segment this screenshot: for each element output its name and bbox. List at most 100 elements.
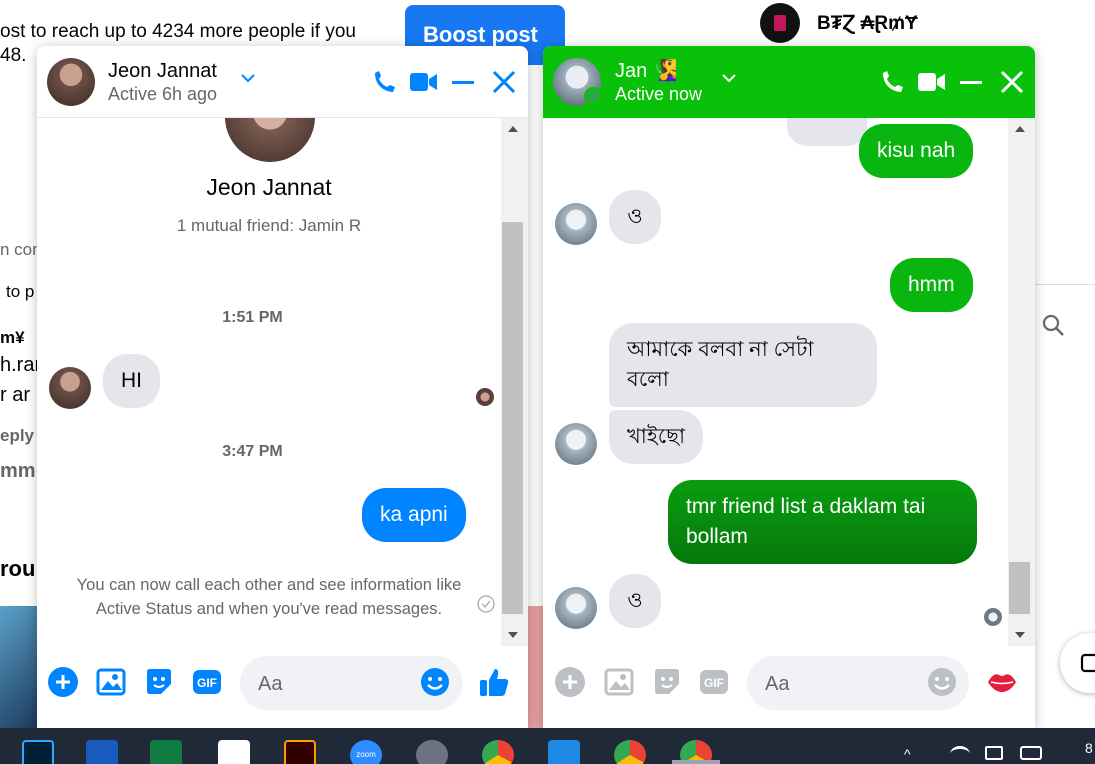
feed-fragment: eply: [0, 426, 35, 445]
feed-image: [0, 606, 37, 728]
message-list[interactable]: Jeon Jannat 1 mutual friend: Jamin R 1:5…: [37, 118, 528, 646]
photo-icon[interactable]: [603, 666, 635, 698]
chevron-down-icon[interactable]: [240, 70, 256, 86]
minimize-icon[interactable]: [449, 66, 479, 98]
sent-check-icon: [477, 595, 495, 613]
scrollbar[interactable]: [1008, 118, 1035, 646]
message-bubble[interactable]: HI: [103, 354, 160, 408]
video-icon[interactable]: [917, 66, 947, 98]
seen-avatar: [984, 608, 1002, 626]
scroll-thumb[interactable]: [1009, 562, 1030, 614]
chat-contact-name[interactable]: Jeon Jannat: [108, 60, 217, 82]
compose-icon: [1080, 653, 1095, 673]
scroll-up-arrow[interactable]: [508, 126, 518, 132]
message-bubble[interactable]: ka apni: [362, 488, 466, 542]
message-bubble[interactable]: ও: [609, 574, 661, 628]
gif-icon[interactable]: GIF: [191, 666, 223, 698]
wifi-icon[interactable]: [950, 746, 970, 762]
scroll-down-arrow[interactable]: [1015, 632, 1025, 638]
chat-window-jan: Jan 🧏‍♀️ Active now kisu nah ও hmm আমাকে…: [543, 46, 1035, 728]
speaker-icon[interactable]: [985, 746, 1003, 760]
message-bubble[interactable]: tmr friend list a daklam tai bollam: [668, 480, 977, 564]
page-name[interactable]: B₮Ɀ ₳Ɽ₥Ɏ: [817, 12, 918, 35]
scroll-thumb[interactable]: [502, 222, 523, 614]
message-bubble[interactable]: আমাকে বলবা না সেটা বলো: [609, 323, 877, 407]
avatar[interactable]: [555, 203, 597, 245]
timestamp: 3:47 PM: [222, 443, 283, 460]
info-notice: You can now call each other and see info…: [76, 576, 462, 618]
photo-icon[interactable]: [95, 666, 127, 698]
profile-avatar[interactable]: [225, 118, 315, 162]
minimize-icon[interactable]: [957, 66, 987, 98]
divider: [1035, 284, 1095, 285]
phone-icon[interactable]: [877, 66, 907, 98]
active-app-indicator: [672, 760, 720, 764]
whatsapp-icon[interactable]: [416, 740, 448, 764]
avatar[interactable]: [47, 58, 95, 106]
sticker-icon[interactable]: [143, 666, 175, 698]
thumbs-up-icon[interactable]: [478, 666, 510, 698]
excel-icon[interactable]: [150, 740, 182, 764]
svg-text:GIF: GIF: [197, 676, 217, 690]
avatar[interactable]: [555, 423, 597, 465]
svg-text:GIF: GIF: [704, 676, 724, 690]
emoji-icon[interactable]: [419, 666, 451, 698]
page-avatar[interactable]: [760, 3, 800, 43]
plus-circle-icon[interactable]: [554, 666, 586, 698]
taskbar: zoom ^ 8: [0, 728, 1095, 764]
vscode-icon[interactable]: [548, 740, 580, 764]
profile-name: Jeon Jannat: [206, 174, 332, 200]
photoshop-icon[interactable]: [22, 740, 54, 764]
phone-icon[interactable]: [369, 66, 399, 98]
clock[interactable]: 8: [1085, 740, 1093, 756]
timestamp: 1:51 PM: [222, 309, 283, 326]
chat-window-jeon-jannat: Jeon Jannat Active 6h ago Jeon Jannat 1 …: [37, 46, 528, 728]
message-list[interactable]: kisu nah ও hmm আমাকে বলবা না সেটা বলো খা…: [543, 118, 1035, 646]
chrome-icon[interactable]: [482, 740, 514, 764]
feed-fragment: rou: [0, 556, 36, 581]
feed-fragment: to p: [6, 282, 35, 301]
chevron-up-icon[interactable]: ^: [904, 746, 911, 762]
close-icon[interactable]: [489, 66, 519, 98]
scrollbar[interactable]: [501, 118, 528, 646]
emoji-icon[interactable]: [926, 666, 958, 698]
chevron-down-icon[interactable]: [721, 70, 737, 86]
new-message-button[interactable]: [1060, 633, 1095, 693]
chat-header[interactable]: Jan 🧏‍♀️ Active now: [543, 46, 1035, 118]
plus-circle-icon[interactable]: [47, 666, 79, 698]
scroll-down-arrow[interactable]: [508, 632, 518, 638]
feed-fragment: mm: [0, 460, 36, 482]
chat-contact-status: Active 6h ago: [108, 84, 218, 104]
avatar[interactable]: [49, 367, 91, 409]
video-icon[interactable]: [409, 66, 439, 98]
message-bubble[interactable]: খাইছো: [609, 410, 704, 464]
sticker-icon[interactable]: [651, 666, 683, 698]
message-bubble[interactable]: kisu nah: [859, 124, 974, 178]
avatar[interactable]: [555, 587, 597, 629]
kiss-lips-icon[interactable]: [986, 666, 1018, 698]
feed-fragment: n con: [0, 240, 42, 259]
scroll-up-arrow[interactable]: [1015, 126, 1025, 132]
chat-contact-status: Active now: [615, 84, 703, 104]
acrobat-icon[interactable]: [218, 740, 250, 764]
search-icon[interactable]: [1041, 313, 1065, 337]
close-icon[interactable]: [997, 66, 1027, 98]
word-icon[interactable]: [86, 740, 118, 764]
illustrator-icon[interactable]: [284, 740, 316, 764]
message-bubble[interactable]: [787, 118, 867, 146]
message-bubble[interactable]: ও: [609, 190, 661, 244]
battery-icon[interactable]: [1020, 746, 1042, 760]
chat-header[interactable]: Jeon Jannat Active 6h ago: [37, 46, 528, 118]
gif-icon[interactable]: GIF: [698, 666, 730, 698]
online-indicator: [584, 87, 602, 105]
seen-avatar: [476, 388, 494, 406]
chat-contact-name[interactable]: Jan 🧏‍♀️: [615, 60, 678, 82]
mutual-friends[interactable]: 1 mutual friend: Jamin R: [37, 216, 501, 236]
zoom-icon[interactable]: zoom: [350, 740, 382, 764]
message-bubble[interactable]: hmm: [890, 258, 973, 312]
composer: GIF Aa: [543, 646, 1035, 728]
chrome-profile-icon[interactable]: [614, 740, 646, 764]
composer: GIF Aa: [37, 646, 528, 728]
feed-fragment: r ar: [0, 384, 30, 406]
feed-fragment: m¥: [0, 328, 25, 347]
